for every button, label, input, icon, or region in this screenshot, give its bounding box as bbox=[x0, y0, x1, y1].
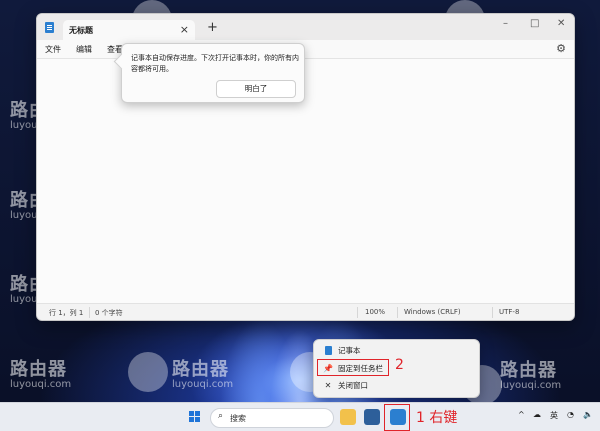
watermark: 路由器luyouqi.com bbox=[172, 355, 233, 390]
context-item-close-window[interactable]: ✕ 关闭窗口 bbox=[318, 378, 475, 393]
context-item-label: 关闭窗口 bbox=[338, 381, 368, 390]
notepad-icon bbox=[45, 22, 54, 33]
tab-title: 无标题 bbox=[69, 26, 93, 35]
new-tab-button[interactable]: + bbox=[207, 20, 218, 35]
watermark-subtitle: luyouqi.com bbox=[10, 379, 72, 390]
tab-close-icon[interactable]: × bbox=[180, 23, 189, 36]
annotation-step-2: 2 bbox=[395, 357, 404, 373]
status-divider bbox=[492, 307, 493, 318]
watermark-title: 路由器 bbox=[10, 359, 67, 380]
watermark-subtitle: luyouqi.com bbox=[500, 380, 562, 391]
settings-gear-icon[interactable]: ⚙ bbox=[556, 42, 566, 55]
notepad-icon bbox=[322, 343, 334, 360]
context-item-notepad[interactable]: 记事本 bbox=[318, 343, 475, 358]
volume-icon[interactable]: 🔈 bbox=[583, 410, 593, 419]
close-window-button[interactable]: ✕ bbox=[557, 18, 565, 29]
tab-untitled[interactable]: 无标题 × bbox=[63, 20, 195, 40]
wifi-icon[interactable]: ◔ bbox=[567, 410, 574, 419]
minimize-button[interactable]: – bbox=[503, 18, 508, 29]
ime-language[interactable]: 英 bbox=[550, 410, 558, 421]
autosave-tip-popup: 记事本自动保存进度。下次打开记事本时，你的所有内容都将可用。 明白了 bbox=[113, 43, 305, 103]
menu-edit[interactable]: 编辑 bbox=[76, 44, 92, 55]
status-line-ending: Windows (CRLF) bbox=[404, 308, 461, 316]
tray-overflow-chevron-icon[interactable]: ^ bbox=[518, 410, 525, 419]
status-position: 行 1，列 1 bbox=[49, 309, 84, 317]
text-editor-area[interactable] bbox=[37, 59, 574, 303]
status-encoding: UTF-8 bbox=[499, 308, 520, 316]
title-bar[interactable]: 无标题 × + – □ ✕ bbox=[37, 14, 574, 40]
close-icon: ✕ bbox=[324, 381, 332, 390]
tip-message: 记事本自动保存进度。下次打开记事本时，你的所有内容都将可用。 bbox=[131, 54, 299, 73]
store-icon[interactable] bbox=[364, 409, 380, 425]
status-zoom: 100% bbox=[365, 308, 386, 316]
highlight-pin-option bbox=[317, 359, 389, 376]
highlight-notepad-taskbar bbox=[384, 404, 410, 431]
watermark-logo bbox=[128, 352, 168, 392]
cloud-icon[interactable]: ☁ bbox=[533, 410, 541, 419]
maximize-button[interactable]: □ bbox=[530, 18, 539, 29]
watermark: 路由器luyouqi.com bbox=[500, 356, 561, 391]
status-divider bbox=[357, 307, 358, 318]
search-label: 搜索 bbox=[230, 414, 246, 423]
status-divider bbox=[89, 307, 90, 318]
file-explorer-icon[interactable] bbox=[340, 409, 356, 425]
annotation-step-1: 1 右键 bbox=[416, 410, 458, 426]
taskbar: ⌕ 搜索 1 右键 ^ ☁ 英 ◔ 🔈 bbox=[0, 402, 600, 431]
taskbar-search-box[interactable]: ⌕ 搜索 bbox=[210, 408, 334, 428]
status-divider bbox=[397, 307, 398, 318]
windows-start-icon[interactable] bbox=[189, 411, 201, 423]
status-bar: 行 1，列 1 0 个字符 100% Windows (CRLF) UTF-8 bbox=[37, 303, 574, 320]
status-char-count: 0 个字符 bbox=[95, 309, 123, 317]
search-icon: ⌕ bbox=[218, 411, 224, 421]
watermark-title: 路由器 bbox=[172, 359, 229, 380]
watermark-title: 路由器 bbox=[500, 360, 557, 381]
menu-file[interactable]: 文件 bbox=[45, 44, 61, 55]
got-it-button[interactable]: 明白了 bbox=[216, 80, 296, 98]
watermark-subtitle: luyouqi.com bbox=[172, 379, 234, 390]
watermark: 路由器luyouqi.com bbox=[10, 355, 71, 390]
context-item-label: 记事本 bbox=[338, 346, 361, 355]
